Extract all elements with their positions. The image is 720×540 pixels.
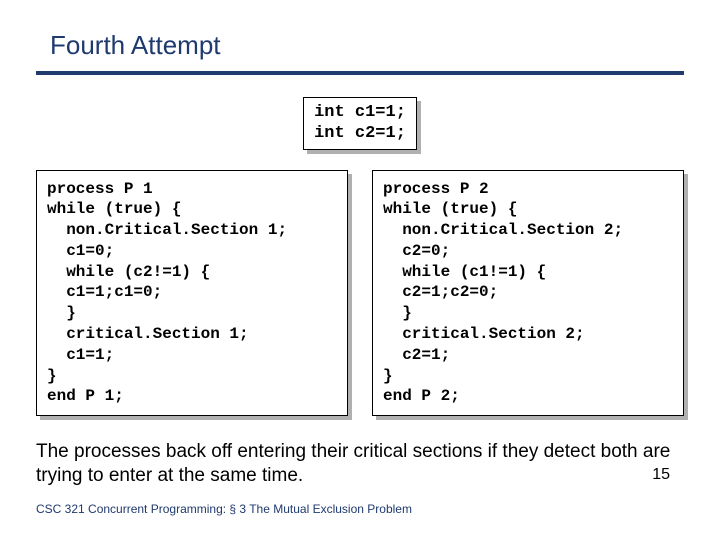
caption-text: The processes back off entering their cr… bbox=[36, 440, 684, 488]
footer-text: CSC 321 Concurrent Programming: § 3 The … bbox=[36, 502, 412, 516]
p1-column: process P 1 while (true) { non.Critical.… bbox=[36, 170, 348, 417]
p2-column: process P 2 while (true) { non.Critical.… bbox=[372, 170, 684, 417]
shared-code: int c1=1; int c2=1; bbox=[303, 97, 417, 150]
p1-code: process P 1 while (true) { non.Critical.… bbox=[36, 170, 348, 417]
slide: Fourth Attempt int c1=1; int c2=1; proce… bbox=[0, 0, 720, 488]
p2-code: process P 2 while (true) { non.Critical.… bbox=[372, 170, 684, 417]
shared-code-wrap: int c1=1; int c2=1; bbox=[36, 97, 684, 150]
title-rule bbox=[36, 71, 684, 75]
page-number: 15 bbox=[652, 466, 670, 484]
shared-code-box: int c1=1; int c2=1; bbox=[303, 97, 417, 150]
p2-code-box: process P 2 while (true) { non.Critical.… bbox=[372, 170, 684, 417]
p1-code-box: process P 1 while (true) { non.Critical.… bbox=[36, 170, 348, 417]
slide-title: Fourth Attempt bbox=[36, 30, 684, 71]
process-columns: process P 1 while (true) { non.Critical.… bbox=[36, 170, 684, 417]
